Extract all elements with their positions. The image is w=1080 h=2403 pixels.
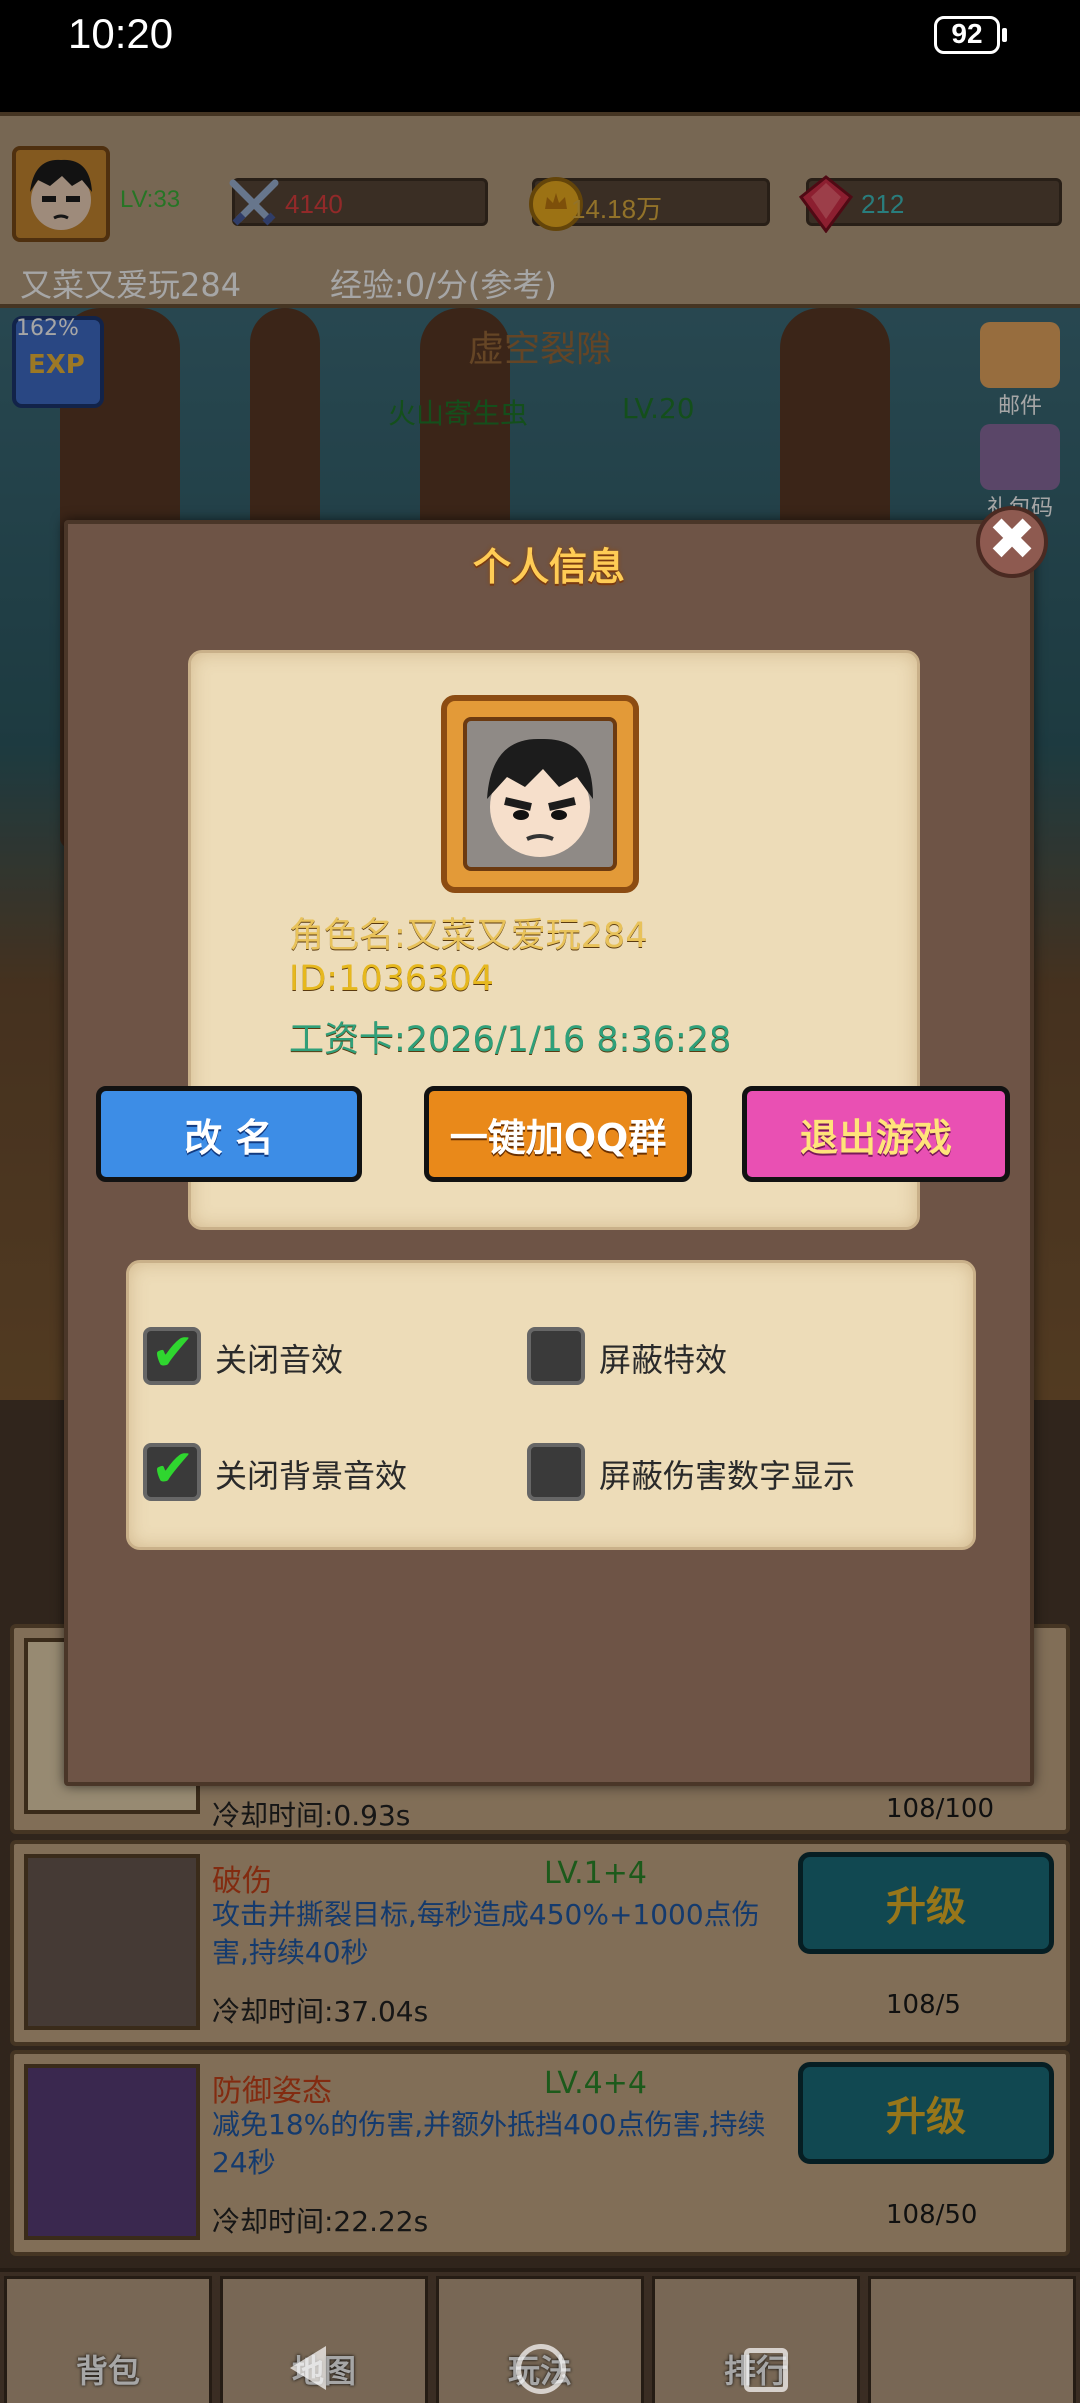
status-time: 10:20 xyxy=(68,10,174,57)
settings-panel: 关闭音效 屏蔽特效 关闭背景音效 屏蔽伤害数字显示 xyxy=(126,1260,976,1550)
hero-face-icon xyxy=(487,738,593,857)
checkbox-hide-effects[interactable] xyxy=(527,1327,585,1385)
option-label: 屏蔽伤害数字显示 xyxy=(599,1457,856,1495)
battery-tip xyxy=(1002,28,1007,42)
join-qq-group-button[interactable]: 一键加QQ群 xyxy=(424,1086,692,1182)
salary-card: 工资卡:2026/1/16 8:36:28 xyxy=(289,1020,732,1060)
profile-portrait xyxy=(441,695,639,893)
quit-game-button[interactable]: 退出游戏 xyxy=(742,1086,1010,1182)
battery-icon: 92 xyxy=(934,16,1000,54)
portrait-frame xyxy=(463,717,617,871)
close-icon[interactable]: ✖ xyxy=(976,506,1048,578)
status-bar: 10:20 92 xyxy=(0,0,1080,112)
home-icon[interactable] xyxy=(516,2344,566,2394)
system-nav-bar xyxy=(0,2340,1080,2403)
checkbox-mute-bgm[interactable] xyxy=(143,1439,201,1501)
option-label: 屏蔽特效 xyxy=(599,1341,728,1379)
checkbox-hide-damage-numbers[interactable] xyxy=(527,1443,585,1501)
player-id: ID:1036304 xyxy=(289,959,494,999)
rename-button[interactable]: 改 名 xyxy=(96,1086,362,1182)
option-label: 关闭背景音效 xyxy=(215,1457,408,1495)
dialog-title: 个人信息 xyxy=(472,545,625,589)
role-name: 角色名:又菜又爱玩284 xyxy=(289,916,648,956)
recent-apps-icon[interactable] xyxy=(744,2348,788,2392)
battery-level: 92 xyxy=(951,18,983,49)
option-label: 关闭音效 xyxy=(215,1341,344,1379)
back-icon[interactable] xyxy=(290,2346,326,2390)
checkbox-mute-sfx[interactable] xyxy=(143,1323,201,1385)
